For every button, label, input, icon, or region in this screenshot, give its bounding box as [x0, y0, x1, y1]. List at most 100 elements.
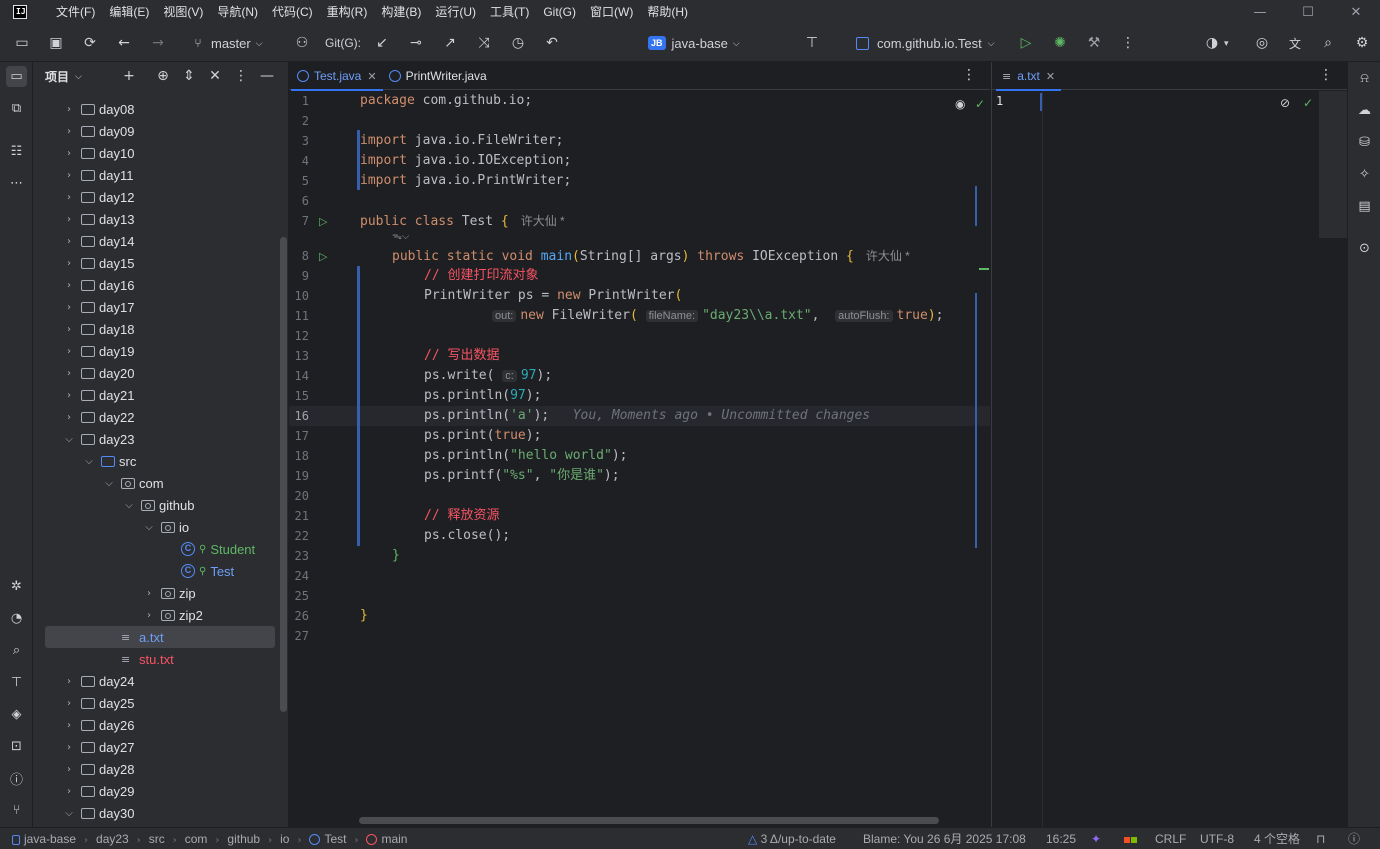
tree-item[interactable]: ⌵ day23: [33, 428, 288, 450]
tree-item[interactable]: ⌵ github: [33, 494, 288, 516]
tab-printwriter-java[interactable]: PrintWriter.java: [383, 62, 493, 90]
tree-item[interactable]: › day24: [33, 670, 288, 692]
chevron-right-icon[interactable]: ›: [63, 390, 75, 401]
menu-item-10[interactable]: 窗口(W): [583, 0, 640, 24]
branch-selector[interactable]: ⑂ master ⌵: [188, 24, 262, 62]
blame-status[interactable]: Blame: You 26 6月 2025 17:08: [863, 828, 1026, 849]
tree-item[interactable]: › zip: [33, 582, 288, 604]
author-inlay[interactable]: 许大仙 *: [866, 249, 910, 263]
profiler-tool-icon[interactable]: ◔: [6, 608, 27, 629]
commit-tool-icon[interactable]: ⧉: [6, 98, 27, 119]
more-actions-button[interactable]: ⋮: [1118, 24, 1138, 62]
open-folder-button[interactable]: ▭: [12, 24, 32, 62]
caret-position[interactable]: 16:25: [1046, 828, 1076, 849]
git-tool-icon[interactable]: ⑂: [6, 800, 27, 821]
menu-item-9[interactable]: Git(G): [536, 0, 583, 24]
git-user-button[interactable]: ⚇: [292, 24, 312, 62]
chevron-right-icon[interactable]: ›: [63, 126, 75, 137]
tree-item[interactable]: › day20: [33, 362, 288, 384]
tree-item[interactable]: › day13: [33, 208, 288, 230]
tree-item[interactable]: › day26: [33, 714, 288, 736]
problems-icon[interactable]: ⓘ: [1348, 828, 1360, 849]
tree-item[interactable]: › day19: [33, 340, 288, 362]
ai-chat-icon[interactable]: ☁: [1354, 100, 1375, 121]
tree-item[interactable]: › day22: [33, 406, 288, 428]
run-gutter-icon[interactable]: ▷: [319, 250, 327, 263]
git-rollback-button[interactable]: ↶: [542, 24, 562, 62]
tree-item[interactable]: C ⚲ Test: [33, 560, 288, 582]
vcs-status[interactable]: △ 3 Δ/up-to-date: [748, 828, 836, 849]
git-commit-button[interactable]: ⊸: [406, 24, 426, 62]
search-everywhere-button[interactable]: ⌕: [1318, 24, 1338, 62]
breadcrumb-item[interactable]: main: [381, 832, 407, 846]
notifications-icon[interactable]: ⍾: [1354, 68, 1375, 89]
tree-item[interactable]: › day27: [33, 736, 288, 758]
tree-item[interactable]: › day10: [33, 142, 288, 164]
chevron-down-icon[interactable]: ⌵: [83, 456, 95, 467]
chevron-down-icon[interactable]: ⌵: [103, 478, 115, 489]
build-tool-icon[interactable]: ⊤: [6, 672, 27, 693]
editor-horizontal-scrollbar[interactable]: [359, 817, 939, 824]
menu-item-3[interactable]: 导航(N): [210, 0, 265, 24]
reader-mode-eye-icon[interactable]: ◉: [955, 97, 965, 111]
build-artifact-button[interactable]: ⊤: [802, 24, 822, 62]
chevron-down-icon[interactable]: ⌵: [75, 71, 82, 82]
tree-item[interactable]: › zip2: [33, 604, 288, 626]
tree-item[interactable]: ⌵ src: [33, 450, 288, 472]
no-problems-check-icon[interactable]: ✓: [1303, 96, 1313, 110]
translate-button[interactable]: 文: [1285, 24, 1305, 62]
menu-item-5[interactable]: 重构(R): [320, 0, 375, 24]
tree-item[interactable]: › day15: [33, 252, 288, 274]
git-update-button[interactable]: ↙: [372, 24, 392, 62]
lock-icon[interactable]: ⊓: [1316, 828, 1325, 849]
more-vertical-icon[interactable]: ⋮: [962, 66, 976, 83]
maven-icon[interactable]: ▤: [1354, 196, 1375, 217]
tab-test-java[interactable]: Test.java ✕: [291, 62, 383, 91]
menu-item-1[interactable]: 编辑(E): [102, 0, 156, 24]
chevron-right-icon[interactable]: ›: [63, 720, 75, 731]
menu-item-2[interactable]: 视图(V): [156, 0, 210, 24]
tree-item[interactable]: › day25: [33, 692, 288, 714]
chevron-right-icon[interactable]: ›: [63, 148, 75, 159]
menu-item-0[interactable]: 文件(F): [49, 0, 102, 24]
tree-item[interactable]: › day12: [33, 186, 288, 208]
git-push-button[interactable]: ↗: [440, 24, 460, 62]
breadcrumb-item[interactable]: src: [149, 832, 165, 846]
tree-item[interactable]: › day08: [33, 98, 288, 120]
chevron-right-icon[interactable]: ›: [63, 764, 75, 775]
chevron-right-icon[interactable]: ›: [63, 742, 75, 753]
close-icon[interactable]: ✕: [1046, 70, 1055, 83]
breadcrumb-item[interactable]: io: [280, 832, 289, 846]
expand-all-icon[interactable]: ⇕: [179, 66, 199, 86]
no-problems-check-icon[interactable]: ✓: [975, 97, 985, 111]
chevron-right-icon[interactable]: ›: [63, 170, 75, 181]
tree-item[interactable]: ≡ stu.txt: [33, 648, 288, 670]
chevron-right-icon[interactable]: ›: [63, 698, 75, 709]
chevron-down-icon[interactable]: ⌵: [123, 500, 135, 511]
breadcrumb-item[interactable]: day23: [96, 832, 129, 846]
file-encoding[interactable]: UTF-8: [1200, 828, 1234, 849]
tab-a-txt[interactable]: ≡ a.txt ✕: [996, 62, 1062, 91]
chevron-right-icon[interactable]: ›: [143, 610, 155, 621]
tree-item[interactable]: ≡ a.txt: [45, 626, 275, 648]
tree-item[interactable]: C ⚲ Student: [33, 538, 288, 560]
tree-item[interactable]: ⌵ com: [33, 472, 288, 494]
chevron-right-icon[interactable]: ›: [143, 588, 155, 599]
code-vision-icon[interactable]: ᯓ⌵: [392, 229, 409, 245]
chevron-down-icon[interactable]: ⌵: [63, 808, 75, 819]
project-tool-icon[interactable]: ▭: [6, 66, 27, 87]
chevron-right-icon[interactable]: ›: [63, 346, 75, 357]
git-merge-button[interactable]: ⤨: [474, 24, 494, 62]
tree-item[interactable]: › day17: [33, 296, 288, 318]
structure-tool-icon[interactable]: ☷: [6, 141, 27, 162]
tree-item[interactable]: ⌵ day30: [33, 802, 288, 824]
terminal-tool-icon[interactable]: ⊡: [6, 736, 27, 757]
eye-off-icon[interactable]: ⊘: [1280, 96, 1290, 110]
add-icon[interactable]: +: [119, 66, 139, 86]
options-icon[interactable]: ⋮: [231, 66, 251, 86]
ai-assistant-button[interactable]: ◎: [1252, 24, 1272, 62]
locate-icon[interactable]: ⊕: [153, 66, 173, 86]
chevron-right-icon[interactable]: ›: [63, 368, 75, 379]
save-all-button[interactable]: ▣: [46, 24, 66, 62]
chevron-right-icon[interactable]: ›: [63, 324, 75, 335]
